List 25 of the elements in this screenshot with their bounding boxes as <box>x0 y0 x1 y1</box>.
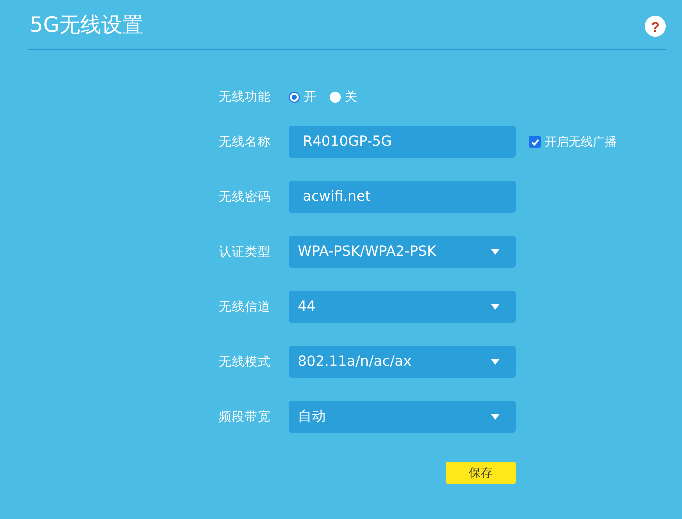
field-label: 频段带宽 <box>219 408 272 426</box>
dropdown-field[interactable]: 802.11a/n/ac/ax <box>289 346 516 378</box>
dropdown-field[interactable]: WPA-PSK/WPA2-PSK <box>289 236 516 268</box>
caret-icon <box>491 304 500 310</box>
field-label: 认证类型 <box>219 244 272 260</box>
page-title: 5G无线设置 <box>30 12 144 38</box>
radio-label: 关 <box>345 88 358 106</box>
field-label: 无线模式 <box>219 354 272 370</box>
help-button[interactable]: ? <box>645 16 666 37</box>
field-label: 无线功能 <box>219 88 272 106</box>
text-field[interactable]: acwifi.net <box>289 181 516 213</box>
field-label: 无线信道 <box>219 298 272 316</box>
dropdown-field[interactable]: 自动 <box>289 401 516 433</box>
radio-label: 开 <box>304 88 317 106</box>
caret-icon <box>491 359 500 365</box>
text-field[interactable]: R4010GP-5G <box>289 126 516 158</box>
field-label: 无线密码 <box>219 188 272 206</box>
caret-icon <box>491 414 500 420</box>
caret-icon <box>491 249 500 255</box>
save-button[interactable]: 保存 <box>446 462 516 484</box>
checkbox[interactable] <box>529 136 541 148</box>
radio-button[interactable] <box>289 92 300 102</box>
field-label: 无线名称 <box>219 134 272 150</box>
checkbox-label: 开启无线广播 <box>545 134 617 150</box>
dropdown-field[interactable]: 44 <box>289 291 516 323</box>
